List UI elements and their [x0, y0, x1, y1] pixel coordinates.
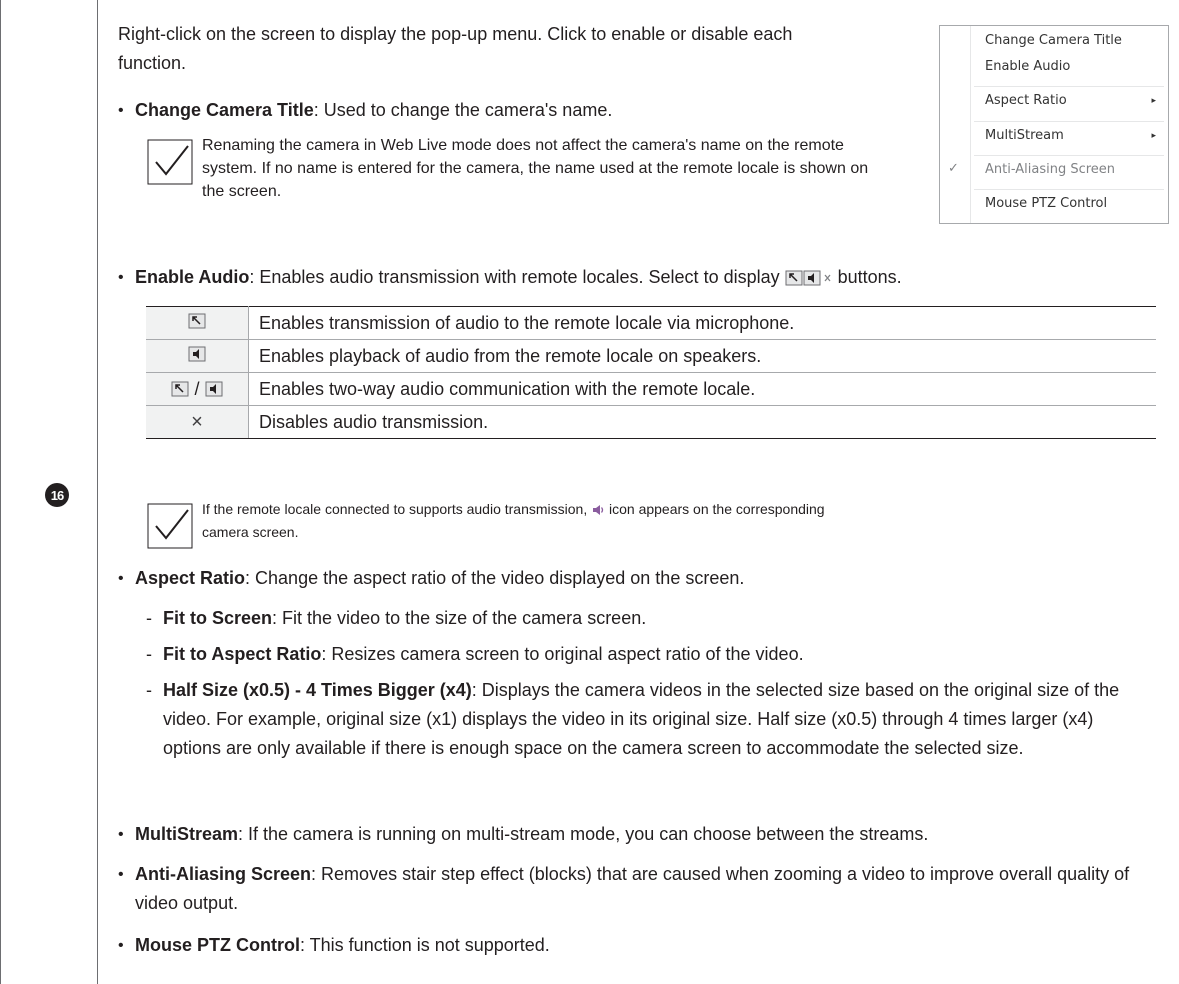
- note-text: If the remote locale connected to suppor…: [202, 498, 842, 544]
- table-icon-cell: [146, 306, 249, 340]
- menu-item-anti-aliasing: Anti-Aliasing Screen: [985, 162, 1116, 177]
- bullet-term: Anti-Aliasing Screen: [135, 864, 312, 884]
- sub-desc: : Fit the video to the size of the camer…: [272, 608, 647, 628]
- audio-indicator-icon: [593, 505, 604, 516]
- popup-menu-illustration: Change Camera Title Enable Audio Aspect …: [939, 25, 1169, 224]
- table-desc-cell: Enables playback of audio from the remot…: [248, 339, 1156, 373]
- table-desc-cell: Enables transmission of audio to the rem…: [248, 306, 1156, 340]
- submenu-arrow-icon: ▸: [1151, 96, 1156, 106]
- sub-dash: -: [146, 608, 152, 628]
- table-row: × Disables audio transmission.: [146, 405, 1156, 439]
- menu-separator: [974, 121, 1164, 122]
- table-row: Enables transmission of audio to the rem…: [146, 306, 1156, 340]
- bullet-anti-aliasing: • Anti-Aliasing Screen: Removes stair st…: [118, 860, 1148, 918]
- bullet-mouse-ptz: • Mouse PTZ Control: This function is no…: [118, 931, 550, 960]
- bullet-change-camera-title: • Change Camera Title: Used to change th…: [118, 96, 612, 125]
- bullet-dot: •: [118, 826, 124, 843]
- table-row: / Enables two-way audio communication wi…: [146, 372, 1156, 406]
- microphone-icon: [171, 381, 189, 397]
- bullet-term: Aspect Ratio: [135, 568, 246, 588]
- sub-fit-to-screen: - Fit to Screen: Fit the video to the si…: [146, 604, 646, 633]
- check-icon: ✓: [948, 161, 959, 176]
- bullet-desc-end: buttons.: [837, 267, 902, 287]
- menu-item-aspect-ratio: Aspect Ratio ▸: [985, 90, 1156, 112]
- bullet-aspect-ratio: • Aspect Ratio: Change the aspect ratio …: [118, 564, 744, 593]
- table-row: Enables playback of audio from the remot…: [146, 339, 1156, 373]
- sub-half-size: - Half Size (x0.5) - 4 Times Bigger (x4)…: [146, 676, 1146, 763]
- bullet-desc: : Change the aspect ratio of the video d…: [245, 568, 745, 588]
- row-number-badge: 16: [45, 483, 69, 507]
- bullet-term: Enable Audio: [135, 267, 250, 287]
- microphone-icon: [188, 313, 206, 328]
- menu-item-mouse-ptz: Mouse PTZ Control: [985, 196, 1108, 211]
- checkmark-icon: [147, 139, 193, 185]
- bullet-term: Mouse PTZ Control: [135, 935, 300, 955]
- note-text-start: If the remote locale connected to suppor…: [202, 501, 588, 517]
- checkmark-icon: [147, 503, 193, 549]
- menu-item-change-camera-title: Change Camera Title: [985, 33, 1122, 48]
- menu-item-label: MultiStream: [985, 128, 1064, 143]
- bullet-desc: : Used to change the camera's name.: [313, 100, 613, 120]
- sub-dash: -: [146, 644, 152, 664]
- sub-term: Fit to Aspect Ratio: [163, 644, 322, 664]
- bullet-term: MultiStream: [135, 824, 239, 844]
- audio-buttons-icon: [785, 270, 831, 286]
- menu-separator: [974, 86, 1164, 87]
- menu-item-multistream: MultiStream ▸: [985, 125, 1156, 147]
- icon-separator: /: [194, 378, 200, 399]
- column-divider-line: [97, 0, 98, 984]
- bullet-desc: : Enables audio transmission with remote…: [249, 267, 780, 287]
- bullet-desc: : This function is not supported.: [300, 935, 550, 955]
- bullet-dot: •: [118, 102, 124, 119]
- close-icon: ×: [191, 410, 203, 433]
- bullet-dot: •: [118, 570, 124, 587]
- sub-term: Half Size (x0.5) - 4 Times Bigger (x4): [163, 680, 472, 700]
- speaker-icon: [205, 381, 223, 397]
- audio-buttons-table: Enables transmission of audio to the rem…: [146, 306, 1156, 439]
- bullet-dot: •: [118, 866, 124, 883]
- submenu-arrow-icon: ▸: [1151, 131, 1156, 141]
- table-icon-cell: [146, 339, 249, 373]
- menu-separator: [974, 189, 1164, 190]
- sub-dash: -: [146, 680, 152, 700]
- sub-desc: : Resizes camera screen to original aspe…: [321, 644, 804, 664]
- left-border-line: [0, 0, 1, 984]
- bullet-enable-audio: • Enable Audio: Enables audio transmissi…: [118, 263, 1168, 292]
- bullet-dot: •: [118, 937, 124, 954]
- intro-text: Right-click on the screen to display the…: [118, 24, 793, 73]
- bullet-term: Change Camera Title: [135, 100, 314, 120]
- table-desc-cell: Enables two-way audio communication with…: [248, 372, 1156, 406]
- bullet-multistream: • MultiStream: If the camera is running …: [118, 820, 1168, 849]
- table-icon-cell: /: [146, 372, 249, 406]
- menu-separator: [974, 155, 1164, 156]
- bullet-dot: •: [118, 269, 124, 286]
- note-text: Renaming the camera in Web Live mode doe…: [202, 137, 869, 200]
- speaker-icon: [188, 346, 206, 361]
- table-icon-cell: ×: [146, 405, 249, 439]
- menu-item-label: Aspect Ratio: [985, 93, 1067, 108]
- sub-fit-to-aspect-ratio: - Fit to Aspect Ratio: Resizes camera sc…: [146, 640, 804, 669]
- bullet-desc: : If the camera is running on multi-stre…: [238, 824, 929, 844]
- sub-term: Fit to Screen: [163, 608, 273, 628]
- menu-gutter: [970, 26, 971, 223]
- table-desc-cell: Disables audio transmission.: [248, 405, 1156, 439]
- menu-item-enable-audio: Enable Audio: [985, 59, 1071, 74]
